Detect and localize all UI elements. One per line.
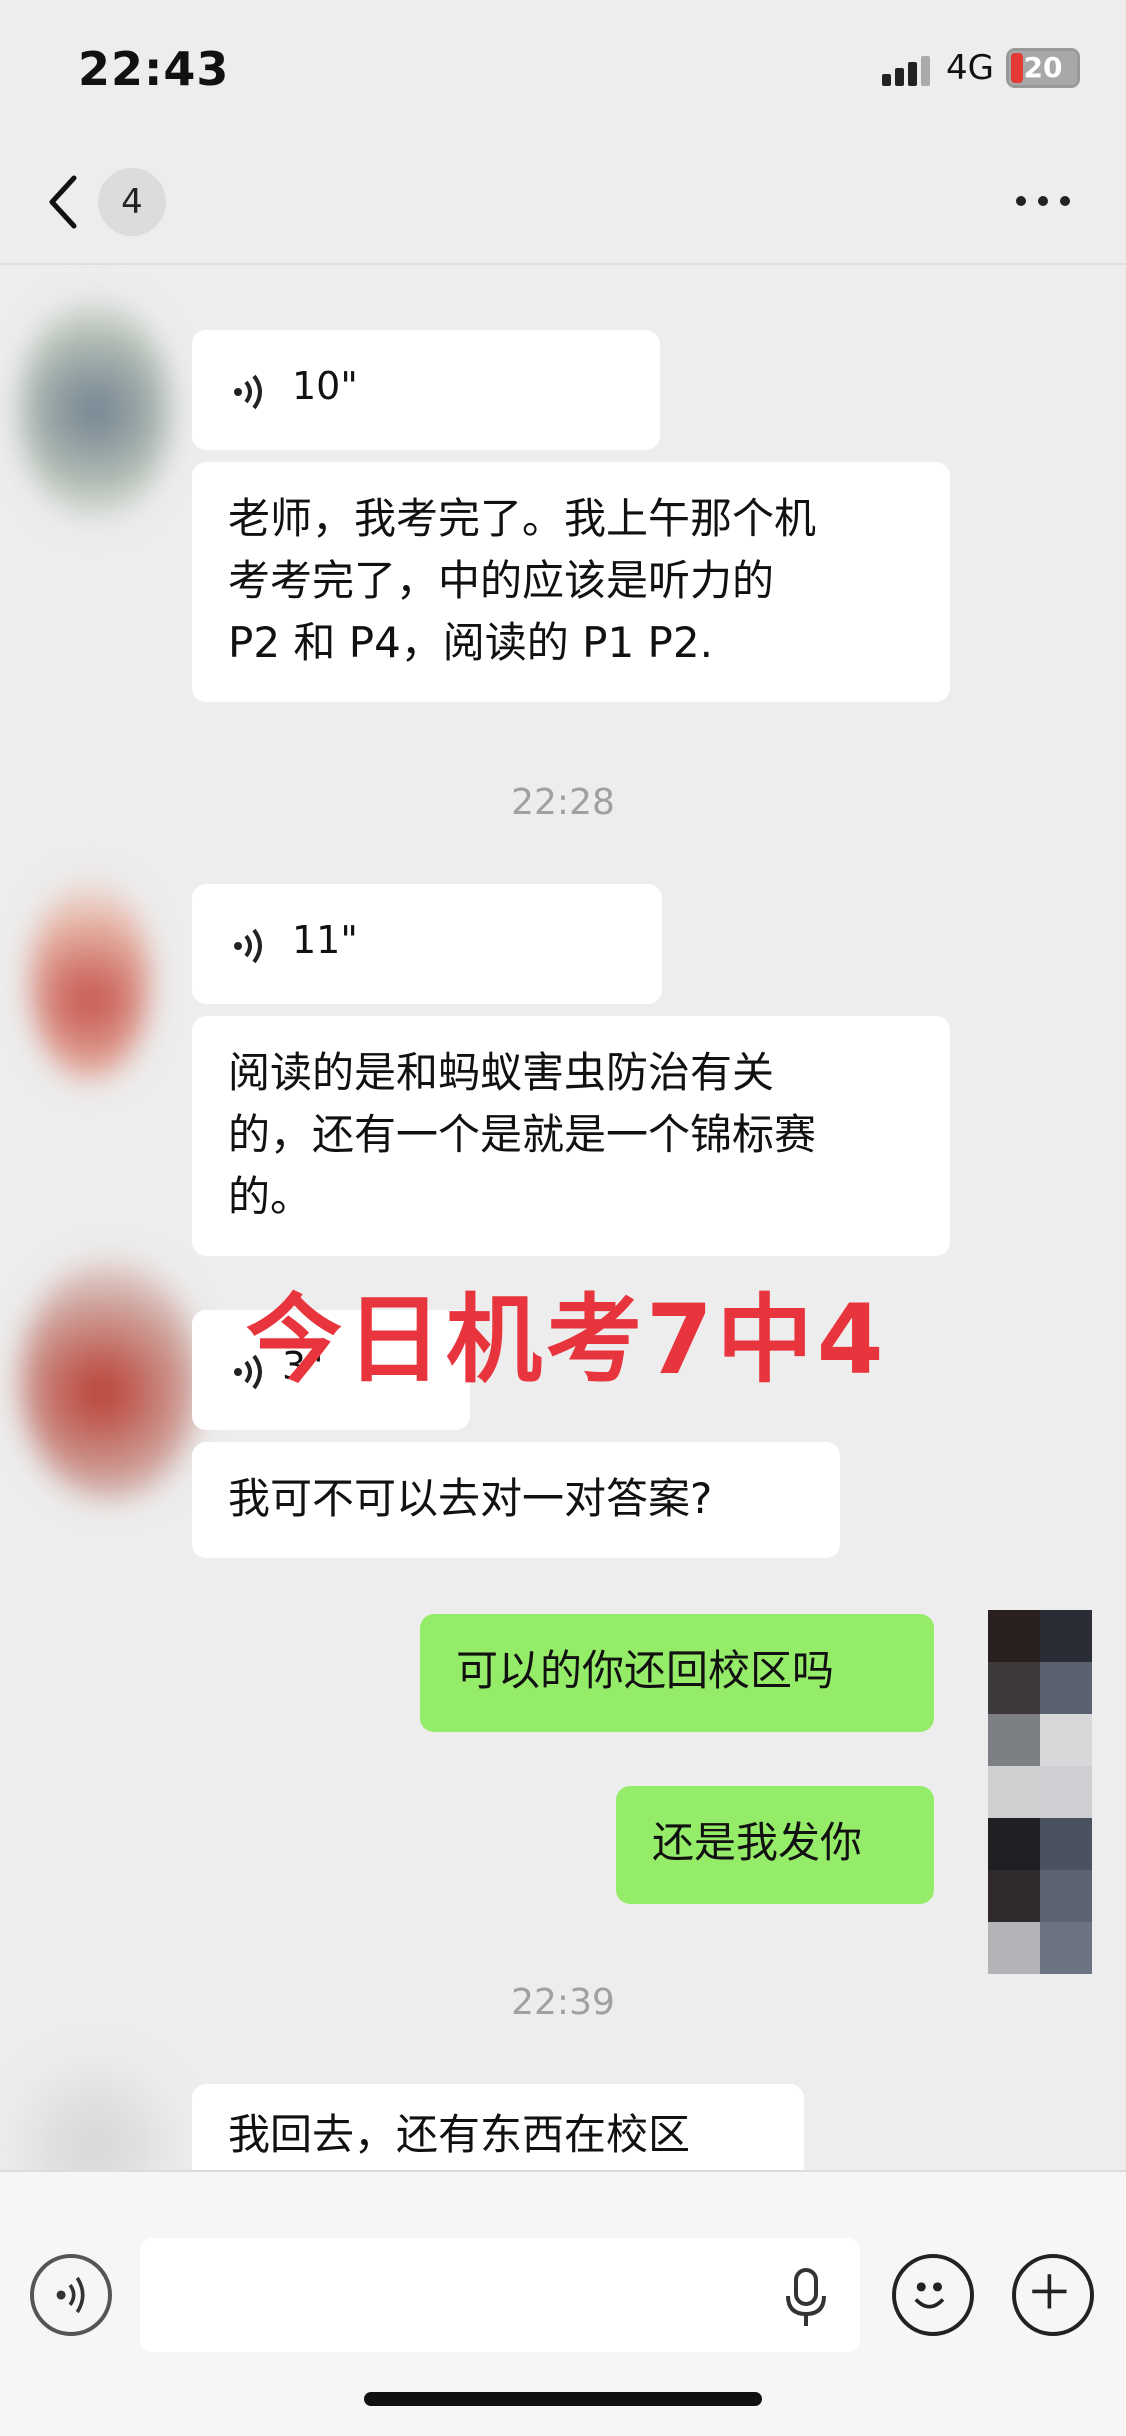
overlay-stamp: 今日机考7中4 <box>246 1284 888 1396</box>
microphone-icon[interactable] <box>784 2268 828 2328</box>
unread-count-badge[interactable]: 4 <box>98 168 166 236</box>
message-line: 阅读的是和蚂蚁害虫防治有关 <box>228 1048 775 1097</box>
message-bubble[interactable]: 老师，我考完了。我上午那个机 考考完了，中的应该是听力的 P2 和 P4，阅读的… <box>192 462 950 702</box>
avatar-mosaic-right <box>1040 1610 1092 1974</box>
smiley-icon[interactable] <box>892 2254 974 2336</box>
chat-header: 4 <box>0 140 1126 265</box>
message-line: P2 和 P4，阅读的 P1 P2. <box>228 618 713 667</box>
plus-circle-icon[interactable] <box>1012 2254 1094 2336</box>
chevron-left-icon[interactable] <box>44 172 84 232</box>
avatar[interactable] <box>20 1260 200 1500</box>
avatar[interactable] <box>20 300 170 520</box>
message-bubble-sent[interactable]: 还是我发你 <box>616 1786 934 1904</box>
message-bubble-sent[interactable]: 可以的你还回校区吗 <box>420 1614 934 1732</box>
status-time: 22:43 <box>78 42 230 96</box>
voice-duration: 10" <box>292 364 358 408</box>
message-line: 还是我发你 <box>652 1818 863 1867</box>
voice-duration: 11" <box>292 918 358 962</box>
message-line: 我可不可以去对一对答案? <box>228 1474 713 1523</box>
message-line: 可以的你还回校区吗 <box>456 1646 835 1695</box>
home-indicator[interactable] <box>364 2392 762 2406</box>
message-bubble[interactable]: 我可不可以去对一对答案? <box>192 1442 840 1558</box>
voice-wave-icon <box>234 928 262 964</box>
message-line: 的，还有一个是就是一个锦标赛 <box>228 1110 817 1159</box>
message-input[interactable] <box>140 2238 860 2352</box>
battery-icon: 20 <box>1006 48 1080 88</box>
signal-bars-icon <box>882 54 934 86</box>
message-line: 的。 <box>228 1172 313 1221</box>
message-line: 我回去，还有东西在校区 <box>228 2110 691 2159</box>
avatar[interactable] <box>30 880 150 1080</box>
voice-message[interactable]: 11" <box>192 884 662 1004</box>
voice-message[interactable]: 10" <box>192 330 660 450</box>
voice-wave-icon <box>234 374 262 410</box>
message-line: 老师，我考完了。我上午那个机 <box>228 494 817 543</box>
message-line: 考考完了，中的应该是听力的 <box>228 556 775 605</box>
timestamp: 22:39 <box>511 1982 615 2023</box>
ellipsis-icon[interactable] <box>1016 188 1072 214</box>
network-type: 4G <box>946 48 994 88</box>
status-bar: 22:43 4G 20 <box>0 0 1126 140</box>
timestamp: 22:28 <box>511 782 615 823</box>
message-bubble[interactable]: 阅读的是和蚂蚁害虫防治有关 的，还有一个是就是一个锦标赛 的。 <box>192 1016 950 1256</box>
voice-wave-icon[interactable] <box>30 2254 112 2336</box>
